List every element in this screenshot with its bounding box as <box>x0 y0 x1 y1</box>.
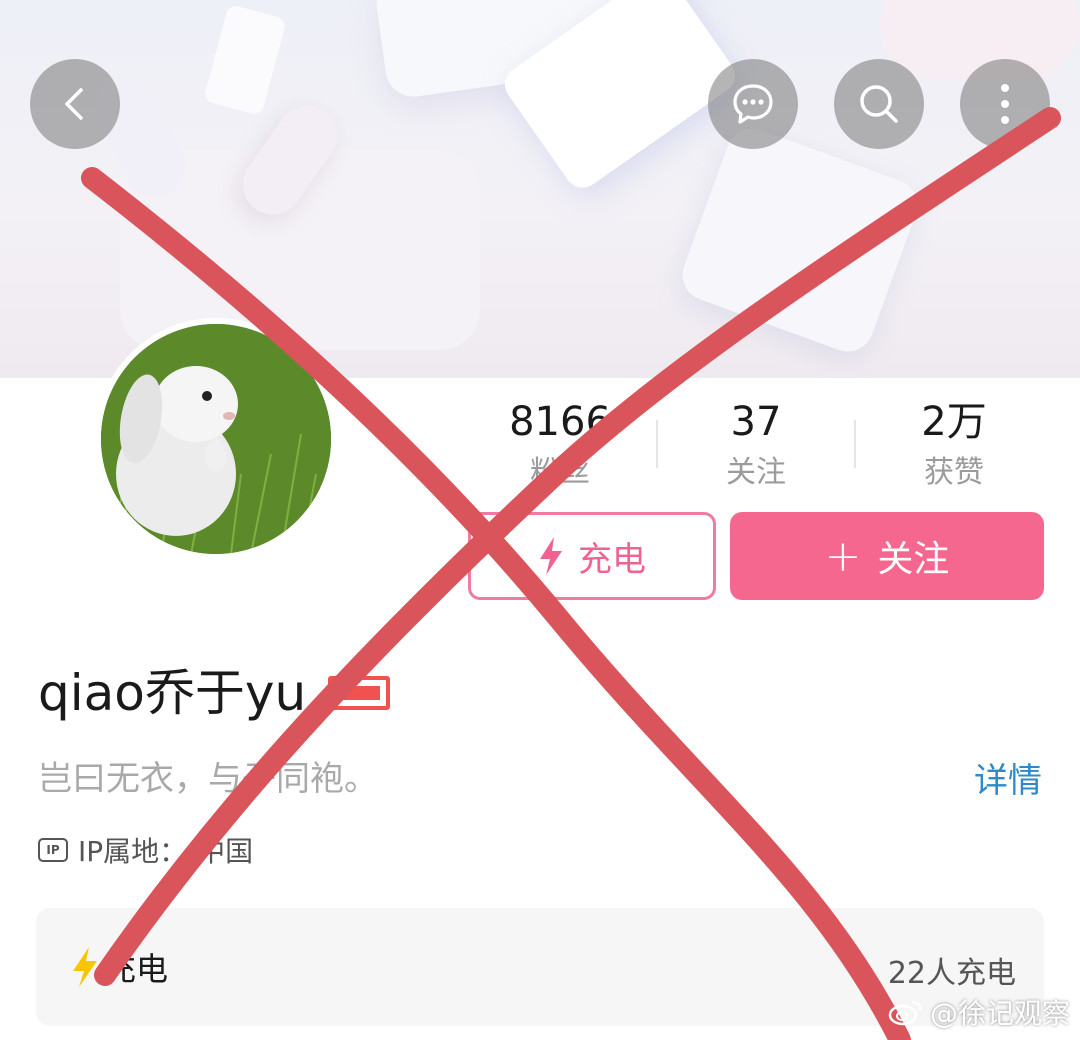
charge-card-title: 充电 <box>104 950 169 988</box>
search-icon <box>860 85 898 123</box>
stat-fans[interactable]: 8166 粉丝 <box>460 396 660 496</box>
stat-label: 关注 <box>726 455 786 490</box>
stat-likes[interactable]: 2万 获赞 <box>854 396 1054 496</box>
banner-decoration <box>675 121 925 359</box>
plus-icon: + <box>824 530 862 582</box>
more-button[interactable] <box>960 59 1050 149</box>
profile-banner <box>0 0 1080 378</box>
banner-decoration <box>203 3 287 117</box>
level-badge[interactable] <box>328 676 391 710</box>
charge-button-label: 充电 <box>578 539 646 580</box>
details-link[interactable]: 详情 <box>974 757 1042 805</box>
stat-value: 2万 <box>921 399 987 445</box>
chat-bubble-icon <box>733 84 773 124</box>
ip-icon: IP <box>38 838 68 862</box>
watermark: @徐记观察 <box>888 992 1070 1032</box>
lightning-icon <box>540 537 562 575</box>
ip-value: 中国 <box>197 835 254 868</box>
charge-button[interactable]: 充电 <box>468 512 716 600</box>
ip-label: IP属地： <box>78 835 188 868</box>
back-button[interactable] <box>30 59 120 149</box>
charge-count: 22人充电 <box>887 956 1016 991</box>
lightning-icon <box>73 947 97 987</box>
more-vertical-icon <box>1001 84 1009 124</box>
username: qiao乔于yu <box>38 664 307 722</box>
weibo-logo-icon <box>888 1000 922 1026</box>
watermark-text: @徐记观察 <box>929 997 1070 1030</box>
charge-card-title-group: 充电 <box>72 944 168 990</box>
follow-button-label: 关注 <box>877 539 950 580</box>
rabbit-avatar-image <box>101 324 331 554</box>
name-row: qiao乔于yu <box>38 658 391 728</box>
avatar[interactable] <box>95 318 337 560</box>
chat-button[interactable] <box>708 59 798 149</box>
signature: 岂曰无衣，与子同袍。 <box>38 759 378 799</box>
stat-label: 获赞 <box>924 455 984 490</box>
ip-location: IP IP属地： 中国 <box>38 830 253 870</box>
stat-label: 粉丝 <box>530 455 590 490</box>
chevron-left-icon <box>65 88 83 120</box>
search-button[interactable] <box>834 59 924 149</box>
stat-value: 37 <box>730 399 782 445</box>
stat-value: 8166 <box>509 399 611 445</box>
follow-button[interactable]: + 关注 <box>730 512 1044 600</box>
stat-following[interactable]: 37 关注 <box>656 396 856 496</box>
